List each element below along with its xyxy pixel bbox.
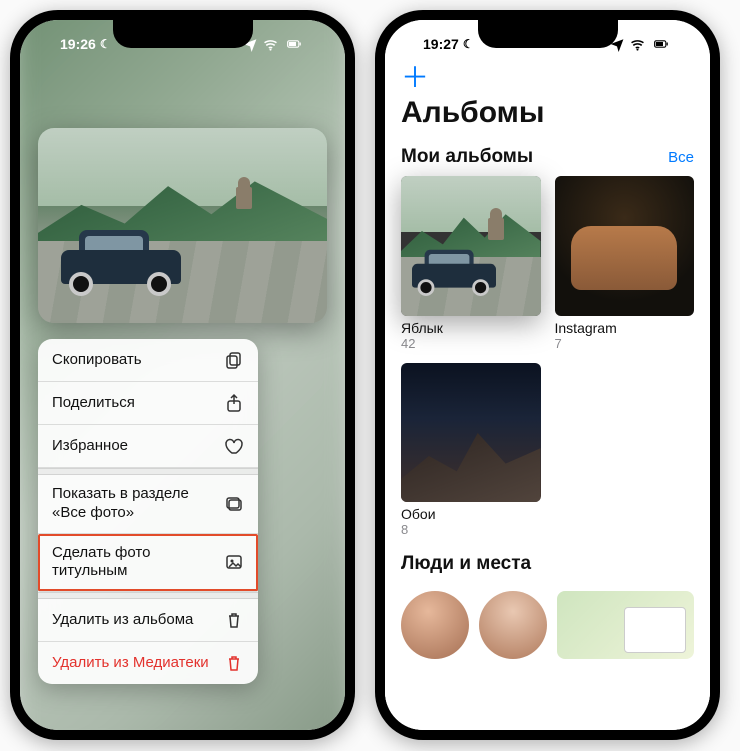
see-all-link[interactable]: Все <box>668 149 694 166</box>
menu-label: Показать в разделе «Все фото» <box>52 485 212 523</box>
photo-preview[interactable] <box>38 128 327 323</box>
person-avatar[interactable] <box>401 591 469 659</box>
person-avatar[interactable] <box>479 591 547 659</box>
album-count: 7 <box>555 336 695 351</box>
album-grid: Яблык 42 Instagram 7 Обои 8 <box>401 176 694 537</box>
do-not-disturb-icon: ☾ <box>100 37 111 51</box>
album-title: Обои <box>401 506 541 522</box>
phone-right: 19:27 ☾ ＋ Альбомы Мои альбомы Все <box>375 10 720 740</box>
status-time: 19:27 <box>423 36 459 52</box>
copy-icon <box>224 350 244 370</box>
menu-label: Сделать фото титульным <box>52 544 202 582</box>
wifi-icon <box>629 36 646 53</box>
section-my-albums-header: Мои альбомы Все <box>401 146 694 168</box>
album-item[interactable]: Instagram 7 <box>555 176 695 351</box>
section-people-places-header: Люди и места <box>401 553 694 575</box>
album-title: Яблык <box>401 320 541 336</box>
album-thumbnail <box>401 363 541 503</box>
battery-icon <box>283 36 305 52</box>
add-button[interactable]: ＋ <box>401 64 694 92</box>
image-icon <box>224 552 244 572</box>
menu-favorite[interactable]: Избранное <box>38 425 258 468</box>
menu-label: Удалить из альбома <box>52 611 193 630</box>
wifi-icon <box>262 36 279 53</box>
trash-icon <box>224 653 244 673</box>
people-places-row <box>401 591 694 659</box>
menu-delete-from-library[interactable]: Удалить из Медиатеки <box>38 642 258 684</box>
notch <box>113 20 253 48</box>
notch <box>478 20 618 48</box>
menu-make-key-photo[interactable]: Сделать фото титульным <box>38 534 258 593</box>
share-icon <box>224 393 244 413</box>
menu-share[interactable]: Поделиться <box>38 382 258 425</box>
page-title: Альбомы <box>401 96 694 130</box>
album-item[interactable]: Обои 8 <box>401 363 541 538</box>
album-item[interactable]: Яблык 42 <box>401 176 541 351</box>
phone-left: 19:26 ☾ Скопировать <box>10 10 355 740</box>
section-title: Мои альбомы <box>401 146 533 168</box>
stack-icon <box>224 494 244 514</box>
menu-label: Избранное <box>52 437 128 456</box>
album-title: Instagram <box>555 320 695 336</box>
menu-label: Удалить из Медиатеки <box>52 654 209 673</box>
do-not-disturb-icon: ☾ <box>463 37 474 51</box>
album-count: 42 <box>401 336 541 351</box>
menu-remove-from-album[interactable]: Удалить из альбома <box>38 599 258 642</box>
menu-show-all-photos[interactable]: Показать в разделе «Все фото» <box>38 475 258 534</box>
album-thumbnail <box>555 176 695 316</box>
places-map-thumbnail[interactable] <box>557 591 694 659</box>
album-count: 8 <box>401 522 541 537</box>
context-menu: Скопировать Поделиться Избранное Показат… <box>38 339 258 684</box>
trash-icon <box>224 610 244 630</box>
battery-icon <box>650 36 672 52</box>
menu-label: Скопировать <box>52 351 142 370</box>
menu-label: Поделиться <box>52 394 135 413</box>
heart-icon <box>224 436 244 456</box>
section-title: Люди и места <box>401 553 531 575</box>
status-time: 19:26 <box>60 36 96 52</box>
menu-copy[interactable]: Скопировать <box>38 339 258 382</box>
